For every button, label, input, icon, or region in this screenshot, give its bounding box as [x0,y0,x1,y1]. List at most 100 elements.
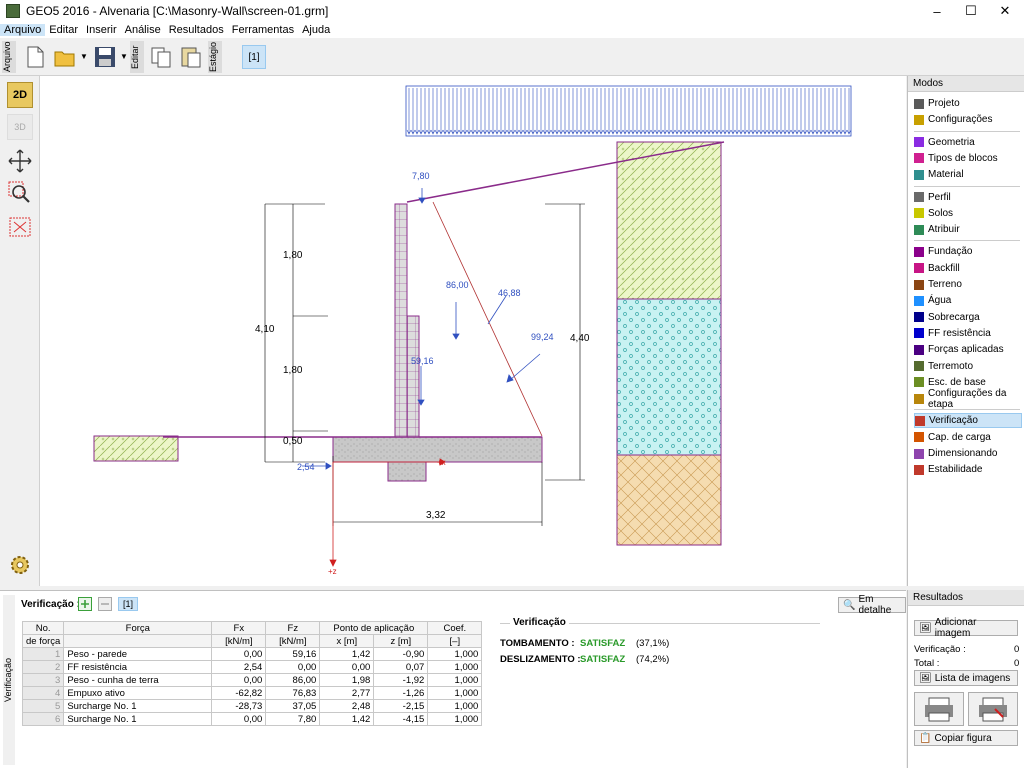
new-file-icon[interactable] [22,44,48,70]
mode-item-21[interactable]: Estabilidade [914,462,1022,477]
print-pdf-button[interactable] [968,692,1018,726]
mode-item-4[interactable]: Material [914,167,1022,182]
mode-item-15[interactable]: Terremoto [914,359,1022,374]
drawing-canvas[interactable]: 1,80 1,80 0,50 4,10 4,40 3,32 2,54 7,80 … [40,76,906,586]
axis-z-label: +z [328,567,337,576]
surcharge-arrow [606,88,612,135]
col-z: z [m] [373,634,429,648]
surcharge-arrow [462,88,468,135]
copy-data-icon[interactable] [148,44,174,70]
surcharge-arrow [714,88,720,135]
col-fx: Fx [211,621,267,635]
surcharge-arrow [438,88,444,135]
surcharge-arrow [578,88,584,135]
surcharge-arrow [538,88,544,135]
surcharge-arrow [650,88,656,135]
wall-stem-bottom [406,315,420,438]
surcharge-arrow [702,88,708,135]
mode-item-7[interactable]: Atribuir [914,222,1022,237]
open-dropdown-icon[interactable]: ▼ [80,52,88,61]
paste-data-icon[interactable] [178,44,204,70]
menu-analise[interactable]: Análise [121,24,165,36]
mode-icon [914,344,924,355]
surcharge-arrow [498,88,504,135]
cell-coef: 1,000 [427,647,483,661]
cell-z: -0,90 [373,647,429,661]
table-row[interactable]: 1 Peso - parede 0,00 59,16 1,42 -0,90 1,000 [21,647,483,661]
surcharge-arrow [786,88,792,135]
mode-item-14[interactable]: Forças aplicadas [914,342,1022,357]
surcharge-arrow [626,88,632,135]
zoom-icon[interactable] [7,180,33,206]
surcharge-arrow [550,88,556,135]
menu-arquivo[interactable]: Arquivo [0,24,46,36]
table-row[interactable]: 6 Surcharge No. 1 0,00 7,80 1,42 -4,15 1,000 [21,712,483,726]
surcharge-arrow [662,88,668,135]
table-row[interactable]: 5 Surcharge No. 1 -28,73 37,05 2,48 -2,15 1,00… [21,699,483,713]
mode-item-20[interactable]: Dimensionando [914,446,1022,461]
surcharge-arrow [602,88,608,135]
surcharge-arrow [646,88,652,135]
view-2d-button[interactable]: 2D [7,82,33,108]
add-image-button[interactable]: 🖼 Adicionar imagem [914,617,1018,639]
add-verification-icon[interactable] [78,597,92,611]
mode-item-12[interactable]: Sobrecarga [914,310,1022,325]
surcharge-arrow [778,88,784,135]
surcharge-arrow [698,88,704,135]
surcharge-load [405,85,852,137]
remove-verification-icon[interactable] [98,597,112,611]
detail-button[interactable]: 🔍 Em detalhe [838,594,906,616]
mode-item-13[interactable]: FF resistência [914,326,1022,341]
mode-label: Geometria [928,136,975,148]
pan-icon[interactable] [7,148,33,174]
verification-stage-tab[interactable]: [1] [118,597,138,611]
cell-fz: 76,83 [265,686,321,700]
mode-icon [914,114,924,125]
copy-figure-button[interactable]: 📋 Copiar figura [914,730,1018,746]
table-row[interactable]: 4 Empuxo ativo -62,82 76,83 2,77 -1,26 1,000 [21,686,483,700]
menu-ferramentas[interactable]: Ferramentas [228,24,298,36]
surcharge-arrow [734,88,740,135]
modes-separator [914,185,1020,187]
save-dropdown-icon[interactable]: ▼ [120,52,128,61]
mode-item-19[interactable]: Cap. de carga [914,430,1022,445]
mode-item-11[interactable]: Água [914,293,1022,308]
table-row[interactable]: 3 Peso - cunha de terra 0,00 86,00 1,98 -1,92… [21,673,483,687]
mode-item-1[interactable]: Configurações [914,112,1022,127]
cell-z: -2,15 [373,699,429,713]
mode-item-5[interactable]: Perfil [914,190,1022,205]
mode-item-3[interactable]: Tipos de blocos [914,151,1022,166]
mode-item-8[interactable]: Fundação [914,244,1022,259]
mode-item-2[interactable]: Geometria [914,135,1022,150]
mode-item-6[interactable]: Solos [914,206,1022,221]
surcharge-arrow [654,88,660,135]
mode-item-18[interactable]: Verificação [914,413,1022,429]
mode-item-0[interactable]: Projeto [914,96,1022,111]
table-row[interactable]: 2 FF resistência 2,54 0,00 0,00 0,07 1,000 [21,660,483,674]
save-icon[interactable] [92,44,118,70]
axis-x-label: +x [437,458,446,467]
open-folder-icon[interactable] [52,44,78,70]
cell-n: 1 [21,647,65,661]
menu-ajuda[interactable]: Ajuda [298,24,334,36]
image-list-button[interactable]: 🖼 Lista de imagens [914,670,1018,686]
close-button[interactable]: ✕ [982,0,1024,22]
mode-label: Água [928,295,952,307]
copy-figure-label: Copiar figura [934,732,992,744]
mode-item-9[interactable]: Backfill [914,261,1022,276]
app-icon [6,4,20,18]
mode-item-10[interactable]: Terreno [914,277,1022,292]
surcharge-arrow [610,88,616,135]
print-button[interactable] [914,692,964,726]
zoom-extents-icon[interactable] [7,214,33,240]
surcharge-arrow [674,88,680,135]
settings-gear-icon[interactable] [7,552,33,578]
stage-1-tab[interactable]: [1] [242,45,266,69]
menu-inserir[interactable]: Inserir [82,24,121,36]
mode-item-17[interactable]: Configurações da etapa [914,388,1022,410]
menu-resultados[interactable]: Resultados [165,24,228,36]
cell-z: -1,26 [373,686,429,700]
view-3d-button[interactable]: 3D [7,114,33,140]
menu-editar[interactable]: Editar [45,24,82,36]
col-no: No. [21,621,65,635]
